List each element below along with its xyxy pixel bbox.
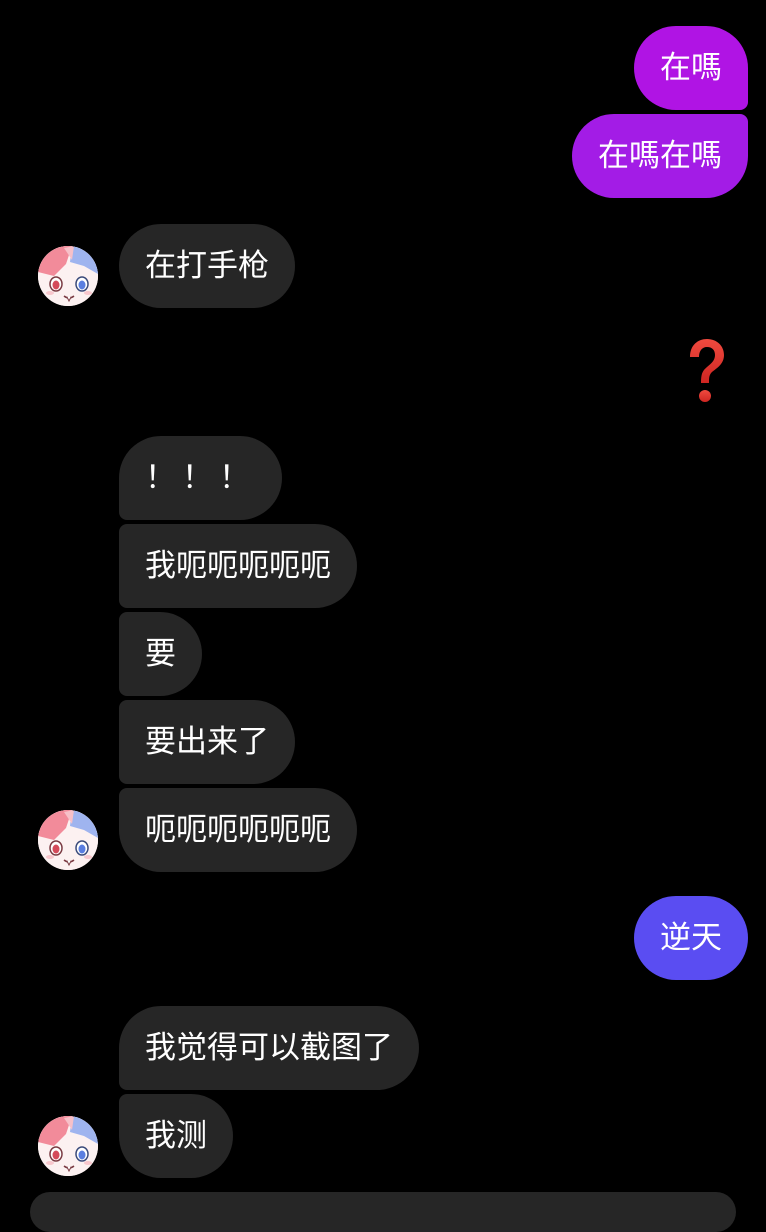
incoming-message[interactable]: 我呃呃呃呃呃 bbox=[119, 524, 357, 608]
incoming-message[interactable]: 我觉得可以截图了 bbox=[119, 1006, 419, 1090]
incoming-message[interactable]: 在打手枪 bbox=[119, 224, 295, 308]
outgoing-message[interactable]: 在嗎在嗎 bbox=[572, 114, 748, 198]
red-question-mark-icon[interactable] bbox=[682, 330, 730, 414]
anime-face-icon bbox=[38, 810, 98, 870]
message-text: 呃呃呃呃呃呃 bbox=[145, 811, 331, 848]
message-text: 要出来了 bbox=[145, 723, 269, 760]
message-composer[interactable] bbox=[30, 1192, 736, 1232]
incoming-message[interactable]: 我测 bbox=[119, 1094, 233, 1178]
message-text: 在嗎在嗎 bbox=[598, 137, 722, 174]
message-text: 我呃呃呃呃呃 bbox=[145, 547, 331, 584]
outgoing-message[interactable]: 在嗎 bbox=[634, 26, 748, 110]
outgoing-message[interactable]: 逆天 bbox=[634, 896, 748, 980]
message-text: ！！！ bbox=[145, 459, 256, 496]
anime-face-icon bbox=[38, 246, 98, 306]
message-text: 要 bbox=[145, 635, 176, 672]
message-text: 我测 bbox=[145, 1117, 207, 1154]
incoming-message[interactable]: 要 bbox=[119, 612, 202, 696]
message-text: 我觉得可以截图了 bbox=[145, 1029, 393, 1066]
incoming-message[interactable]: ！！！ bbox=[119, 436, 282, 520]
incoming-message[interactable]: 呃呃呃呃呃呃 bbox=[119, 788, 357, 872]
message-text: 逆天 bbox=[660, 919, 722, 956]
anime-face-icon bbox=[38, 1116, 98, 1176]
chat-thread: 在嗎 在嗎在嗎 在打手枪 ！！！ 我呃呃呃呃呃 要 要出来了 呃呃呃呃呃呃 逆天… bbox=[0, 0, 766, 1232]
contact-avatar[interactable] bbox=[38, 810, 98, 870]
contact-avatar[interactable] bbox=[38, 246, 98, 306]
message-text: 在打手枪 bbox=[145, 247, 269, 284]
message-text: 在嗎 bbox=[660, 49, 722, 86]
contact-avatar[interactable] bbox=[38, 1116, 98, 1176]
incoming-message[interactable]: 要出来了 bbox=[119, 700, 295, 784]
